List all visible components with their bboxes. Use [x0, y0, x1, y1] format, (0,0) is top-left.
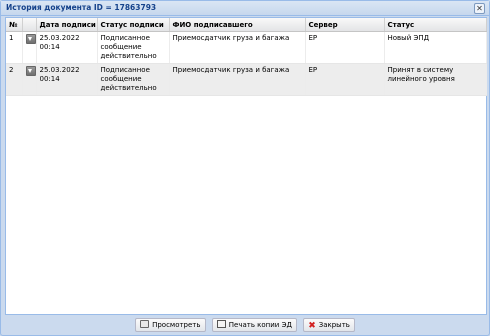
print-icon [216, 320, 226, 328]
download-cell [22, 31, 37, 64]
close-button-label: Закрыть [318, 321, 350, 329]
signer-cell: Приемосдатчик груза и багажа [169, 31, 306, 64]
print-button-label: Печать копии ЭД [228, 321, 292, 329]
sign-date-cell: 25.03.2022 00:14 [36, 63, 98, 96]
server-cell: EP [305, 63, 385, 96]
column-header-sign-status[interactable]: Статус подписи [97, 18, 170, 32]
column-header-number[interactable]: № [6, 18, 23, 32]
print-copy-button[interactable]: Печать копии ЭД [211, 318, 297, 332]
column-header-sign-date[interactable]: Дата подписи [36, 18, 98, 32]
view-button-label: Просмотреть [152, 321, 201, 329]
history-grid: № Дата подписи Статус подписи ФИО подпис… [5, 17, 487, 315]
sign-date-cell: 25.03.2022 00:14 [36, 31, 98, 64]
view-button[interactable]: Просмотреть [135, 318, 206, 332]
table-row[interactable]: 2 25.03.2022 00:14 Подписанное сообщение… [6, 63, 487, 96]
sign-status-cell: Подписанное сообщение действительно [97, 31, 170, 64]
row-number: 1 [6, 31, 23, 64]
download-icon[interactable] [25, 66, 35, 76]
history-table: № Дата подписи Статус подписи ФИО подпис… [6, 18, 487, 96]
download-icon[interactable] [25, 34, 35, 44]
window-titlebar[interactable]: История документа ID = 17863793 ✕ [1, 1, 489, 16]
download-cell [22, 63, 37, 96]
close-icon: ✖ [308, 321, 316, 331]
status-cell: Принят в систему линейного уровня [384, 63, 487, 96]
server-cell: EP [305, 31, 385, 64]
column-header-download[interactable] [22, 18, 37, 32]
sign-status-cell: Подписанное сообщение действительно [97, 63, 170, 96]
view-icon [140, 320, 150, 328]
table-row[interactable]: 1 25.03.2022 00:14 Подписанное сообщение… [6, 31, 487, 64]
window-close-button[interactable]: ✕ [474, 3, 485, 14]
column-header-status[interactable]: Статус [384, 18, 487, 32]
bottom-toolbar: Просмотреть Печать копии ЭД ✖ Закрыть [1, 318, 489, 332]
column-header-signer[interactable]: ФИО подписавшего [169, 18, 306, 32]
signer-cell: Приемосдатчик груза и багажа [169, 63, 306, 96]
column-header-server[interactable]: Сервер [305, 18, 385, 32]
row-number: 2 [6, 63, 23, 96]
grid-header-row: № Дата подписи Статус подписи ФИО подпис… [6, 18, 487, 32]
status-cell: Новый ЭПД [384, 31, 487, 64]
window-title: История документа ID = 17863793 [6, 3, 157, 12]
document-history-window: История документа ID = 17863793 ✕ № Дата… [0, 0, 490, 336]
close-button[interactable]: ✖ Закрыть [303, 318, 355, 332]
